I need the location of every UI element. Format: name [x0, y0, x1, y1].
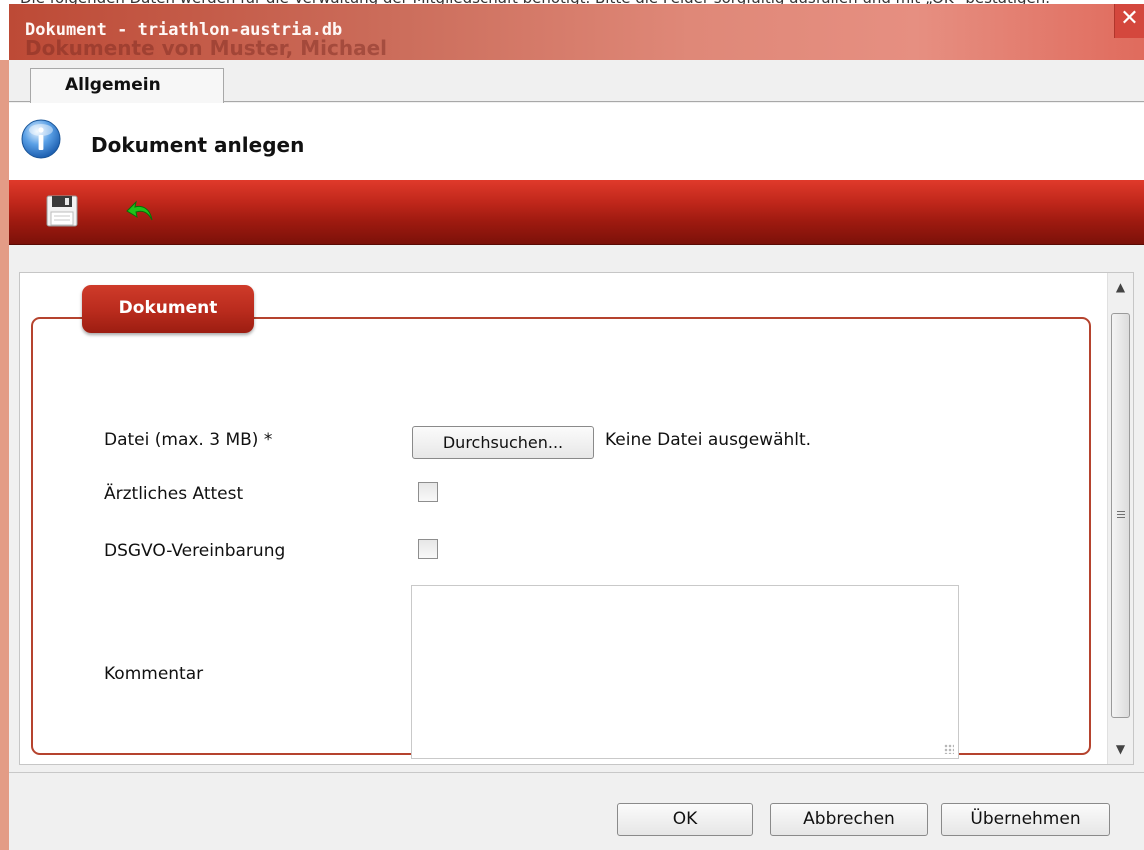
fieldset-legend: Dokument — [82, 285, 254, 333]
dialog-titlebar[interactable]: Dokumente von Muster, Michael Dokument -… — [9, 4, 1144, 60]
document-dialog: Dokumente von Muster, Michael Dokument -… — [9, 4, 1144, 850]
close-button[interactable]: ✕ — [1114, 4, 1144, 38]
dialog-title: Dokument - triathlon-austria.db — [25, 20, 343, 40]
cancel-button[interactable]: Abbrechen — [770, 803, 928, 836]
comment-label: Kommentar — [104, 664, 204, 684]
floppy-disk-icon[interactable] — [45, 194, 79, 228]
dsgvo-label: DSGVO-Vereinbarung — [104, 541, 286, 561]
form-panel: Datei (max. 3 MB) * Durchsuchen... Keine… — [19, 272, 1134, 765]
page-title: Dokument anlegen — [91, 133, 305, 157]
dialog-footer: OK Abbrechen Übernehmen — [9, 772, 1144, 850]
file-label: Datei (max. 3 MB) * — [104, 430, 273, 450]
document-fieldset: Datei (max. 3 MB) * Durchsuchen... Keine… — [31, 317, 1091, 759]
ok-button[interactable]: OK — [617, 803, 753, 836]
dsgvo-checkbox[interactable] — [418, 539, 438, 559]
attest-checkbox[interactable] — [418, 482, 438, 502]
tab-bar: Allgemein — [9, 60, 1144, 103]
content-area: Datei (max. 3 MB) * Durchsuchen... Keine… — [9, 245, 1144, 772]
grip-line — [1117, 514, 1125, 515]
grip-line — [1117, 511, 1125, 512]
scroll-down-icon[interactable]: ▼ — [1108, 735, 1133, 763]
info-icon — [21, 119, 61, 159]
attest-label: Ärztliches Attest — [104, 484, 244, 504]
resize-grip-icon[interactable] — [944, 744, 954, 754]
close-icon: ✕ — [1120, 6, 1139, 31]
tab-allgemein[interactable]: Allgemein — [30, 68, 224, 103]
vertical-scrollbar[interactable]: ▲ ▼ — [1107, 273, 1133, 764]
scroll-thumb[interactable] — [1111, 313, 1130, 718]
apply-button[interactable]: Übernehmen — [941, 803, 1110, 836]
back-arrow-icon[interactable] — [124, 194, 158, 228]
scroll-up-icon[interactable]: ▲ — [1108, 273, 1133, 301]
toolbar — [9, 180, 1144, 245]
grip-line — [1117, 517, 1125, 518]
page-header: Dokument anlegen — [9, 103, 1144, 180]
file-status: Keine Datei ausgewählt. — [605, 430, 812, 450]
comment-textarea[interactable] — [411, 585, 959, 759]
browse-button[interactable]: Durchsuchen... — [412, 426, 594, 459]
